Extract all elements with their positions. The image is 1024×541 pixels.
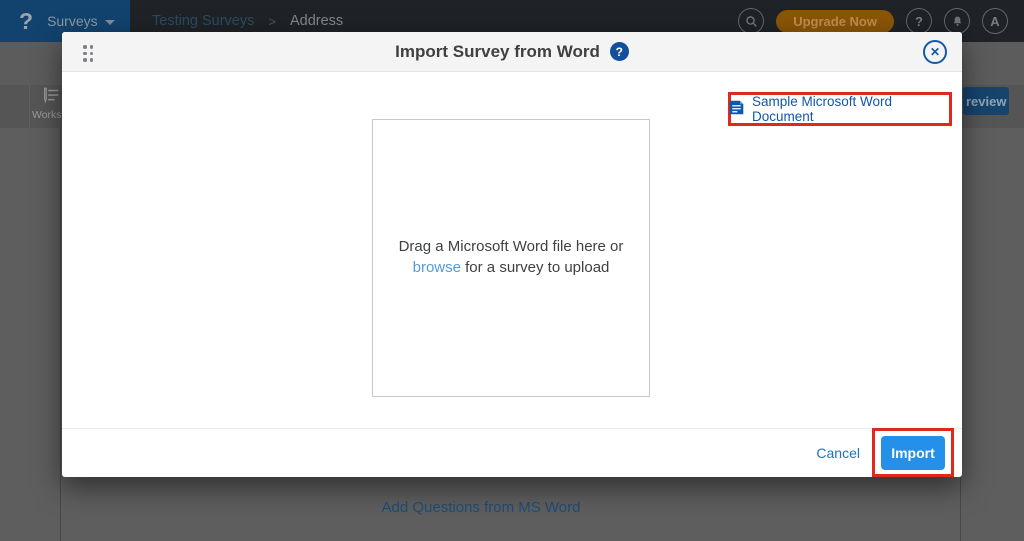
pencil-list-icon [40,85,62,112]
avatar[interactable]: A [982,8,1008,34]
modal-footer: Cancel Import [62,428,962,477]
preview-button[interactable]: review [963,87,1009,115]
add-questions-ms-word-link[interactable]: Add Questions from MS Word [0,499,962,516]
file-dropzone[interactable]: Drag a Microsoft Word file here or brows… [372,119,650,397]
dropzone-line1: Drag a Microsoft Word file here or [399,238,624,255]
dropzone-line2: for a survey to upload [461,259,609,276]
search-icon[interactable] [738,8,764,34]
help-icon[interactable]: ? [906,8,932,34]
import-button[interactable]: Import [881,436,945,470]
breadcrumb-separator: > [268,14,276,29]
sample-word-document-link[interactable]: Sample Microsoft Word Document [728,92,952,126]
close-icon[interactable]: ✕ [923,40,947,64]
app-background: ? Surveys Testing Surveys > Address Upgr… [0,0,1024,541]
surveys-menu[interactable]: Surveys [47,13,98,29]
chevron-down-icon[interactable] [105,20,115,25]
breadcrumb-current: Address [290,13,343,29]
modal-body: Sample Microsoft Word Document Drag a Mi… [62,72,962,428]
title-help-icon[interactable]: ? [610,42,629,61]
proprofs-logo-icon: ? [19,8,33,35]
word-document-icon [728,99,745,119]
modal-title-wrap: Import Survey from Word ? [62,32,962,71]
navbar-actions: Upgrade Now ? A [738,8,1008,34]
dropzone-instructions: Drag a Microsoft Word file here or brows… [399,237,624,278]
upgrade-now-button[interactable]: Upgrade Now [776,10,894,33]
import-survey-modal: Import Survey from Word ? ✕ Sample Micro… [62,32,962,477]
modal-title: Import Survey from Word [395,42,600,62]
modal-header: Import Survey from Word ? ✕ [62,32,962,72]
breadcrumb-parent-link[interactable]: Testing Surveys [152,13,254,29]
bell-icon[interactable] [944,8,970,34]
browse-link[interactable]: browse [413,259,461,276]
cancel-button[interactable]: Cancel [816,429,860,477]
sample-link-label: Sample Microsoft Word Document [752,94,952,124]
